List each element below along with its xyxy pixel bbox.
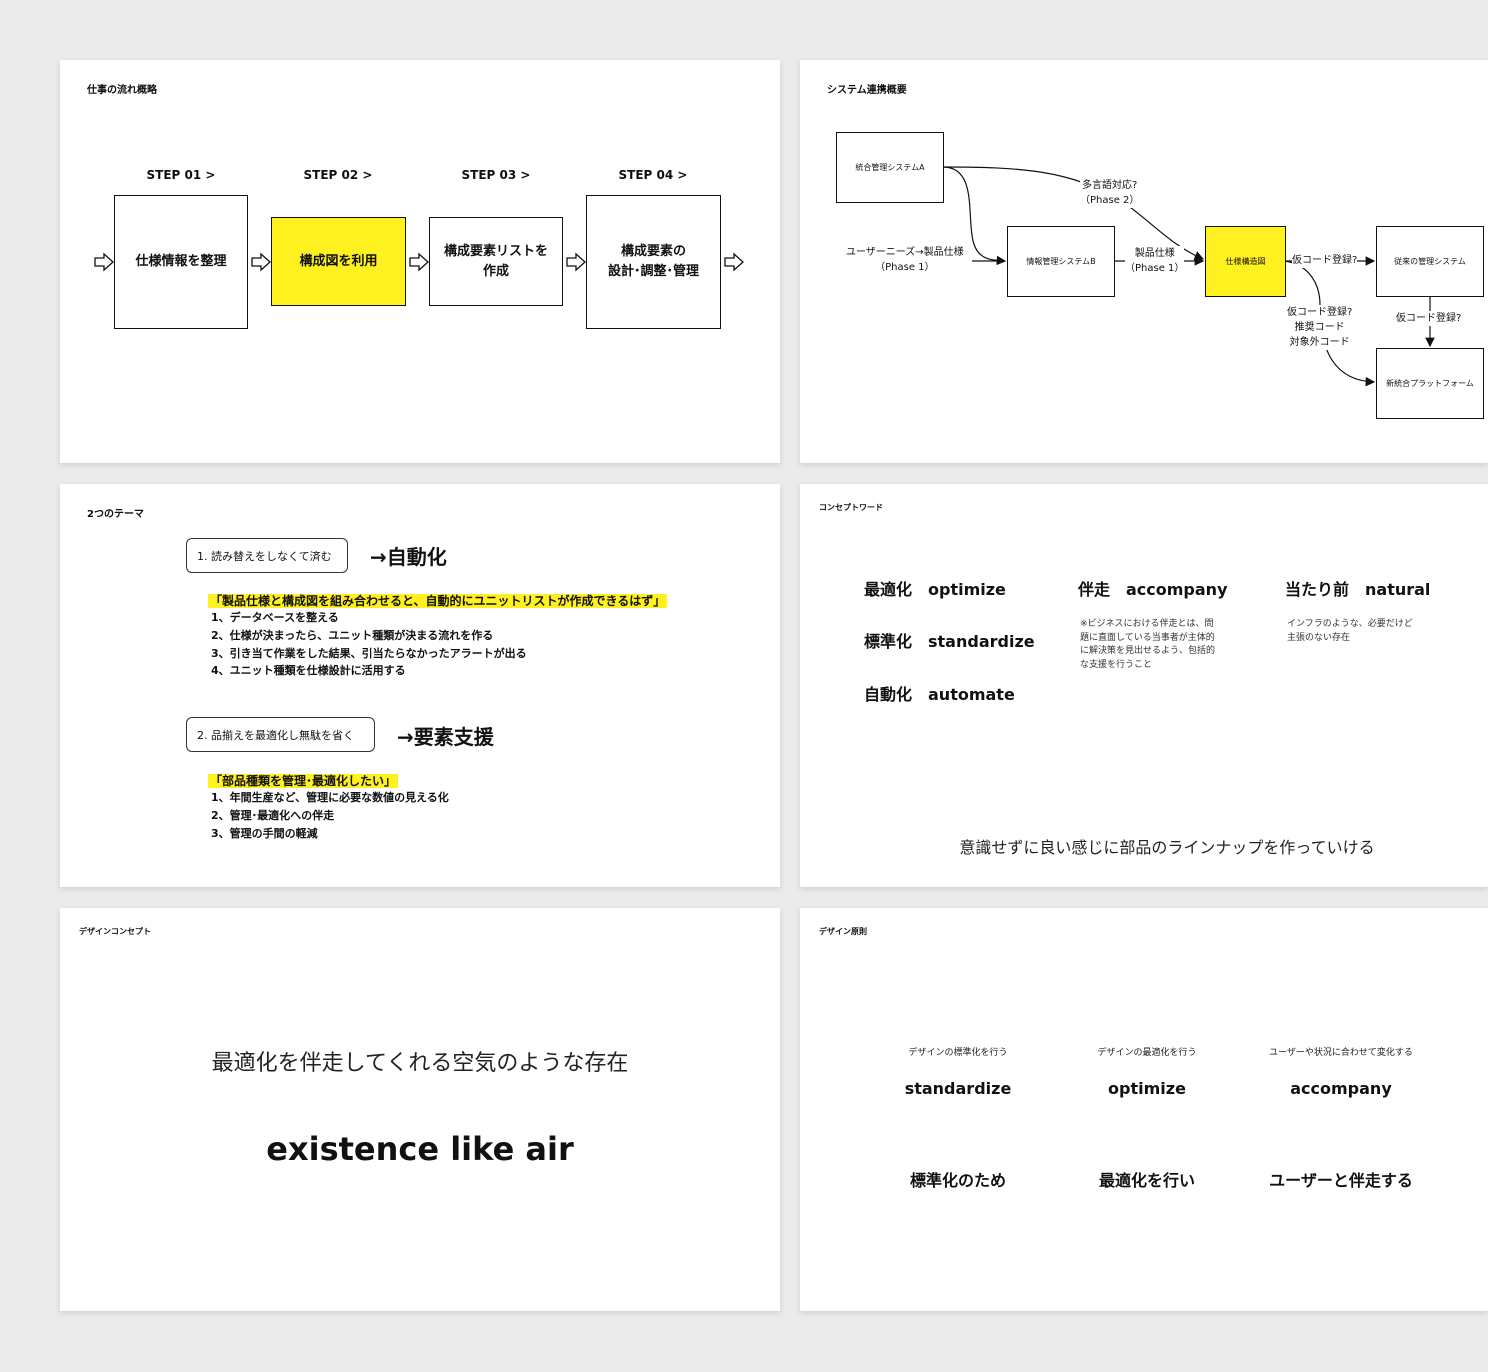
label-multilang: 多言語対応? （Phase 2） bbox=[1080, 178, 1140, 208]
slide-design-principles: デザイン原則 デザインの標準化を行う デザインの最適化を行う ユーザーや状況に合… bbox=[800, 908, 1488, 1311]
principle-sub-standardize: デザインの標準化を行う bbox=[908, 1048, 1008, 1058]
theme1-item: 1、データベースを整える bbox=[211, 611, 339, 624]
theme-result-1: →自動化 bbox=[370, 545, 447, 569]
step-box-2: 構成図を利用 bbox=[271, 217, 406, 306]
concept-word-accompany: 伴走 accompany bbox=[1078, 580, 1228, 599]
theme2-item: 1、年間生産など、管理に必要な数値の見える化 bbox=[211, 791, 449, 804]
concept-word-natural: 当たり前 natural bbox=[1285, 580, 1431, 599]
theme-box-1: 1. 読み替えをしなくて済む bbox=[186, 538, 348, 573]
theme2-item: 3、管理の手間の軽減 bbox=[211, 827, 318, 840]
theme1-highlight: 「製品仕様と構成図を組み合わせると、自動的にユニットリストが作成できるはず」 bbox=[208, 594, 668, 608]
label-temp-code-down: 仮コード登録? bbox=[1396, 311, 1462, 326]
system-box-integrated-a: 統合管理システムA bbox=[836, 132, 944, 203]
slide-two-themes: 2つのテーマ 1. 読み替えをしなくて済む →自動化 「製品仕様と構成図を組み合… bbox=[60, 484, 780, 887]
slide-title: デザイン原則 bbox=[819, 927, 867, 936]
arrow-right-icon bbox=[409, 252, 429, 272]
theme1-item: 2、仕様が決まったら、ユニット種類が決まる流れを作る bbox=[211, 629, 494, 642]
design-concept-jp: 最適化を伴走してくれる空気のような存在 bbox=[211, 1051, 629, 1076]
label-product-spec: 製品仕様 （Phase 1） bbox=[1125, 246, 1185, 276]
step-label-2: STEP 02 > bbox=[303, 168, 373, 182]
concept-word-standardize: 標準化 standardize bbox=[864, 632, 1035, 651]
principle-word-optimize: optimize bbox=[1108, 1079, 1186, 1098]
principle-jp-accompany: ユーザーと伴走する bbox=[1269, 1171, 1413, 1190]
step-label-1: STEP 01 > bbox=[146, 168, 216, 182]
concept-note-accompany: ※ビジネスにおける伴走とは、問 題に直面している当事者が主体的 に解決策を見出せ… bbox=[1080, 619, 1216, 670]
concept-word-optimize: 最適化 optimize bbox=[864, 580, 1006, 599]
concept-tagline: 意識せずに良い感じに部品のラインナップを作っていける bbox=[959, 838, 1375, 857]
label-temp-code: 仮コード登録? bbox=[1292, 253, 1358, 268]
step-label-4: STEP 04 > bbox=[618, 168, 688, 182]
slide-system-overview: システム連携概要 統合管理システムA 情報管理システムB 仕様構造図 従来の管理… bbox=[800, 60, 1488, 463]
theme2-highlight: 「部品種類を管理･最適化したい」 bbox=[208, 774, 399, 788]
arrow-right-icon bbox=[251, 252, 271, 272]
slide-title: 2つのテーマ bbox=[87, 509, 144, 520]
principle-word-accompany: accompany bbox=[1290, 1079, 1392, 1098]
principle-jp-optimize: 最適化を行い bbox=[1098, 1171, 1195, 1190]
design-concept-en: existence like air bbox=[266, 1130, 574, 1168]
step-box-3: 構成要素リストを 作成 bbox=[429, 217, 563, 306]
theme-result-2: →要素支援 bbox=[397, 725, 494, 749]
theme2-item: 2、管理･最適化への伴走 bbox=[211, 809, 335, 822]
slide-work-flow: 仕事の流れ概略 STEP 01 > STEP 02 > STEP 03 > ST… bbox=[60, 60, 780, 463]
system-box-new-platform: 新統合プラットフォーム bbox=[1376, 348, 1484, 419]
theme-box-2: 2. 品揃えを最適化し無駄を省く bbox=[186, 717, 375, 752]
concept-note-natural: インフラのような、必要だけど 主張のない存在 bbox=[1287, 619, 1413, 643]
slide-title: デザインコンセプト bbox=[79, 927, 151, 936]
slide-title: 仕事の流れ概略 bbox=[87, 85, 157, 96]
arrow-right-icon bbox=[724, 252, 744, 272]
principle-jp-standardize: 標準化のため bbox=[909, 1171, 1006, 1190]
principle-sub-optimize: デザインの最適化を行う bbox=[1097, 1048, 1197, 1058]
system-box-info-b: 情報管理システムB bbox=[1007, 226, 1115, 297]
arrow-right-icon bbox=[94, 252, 114, 272]
step-box-4: 構成要素の 設計･調整･管理 bbox=[586, 195, 721, 329]
arrow-right-icon bbox=[566, 252, 586, 272]
principle-word-standardize: standardize bbox=[904, 1079, 1012, 1098]
system-box-legacy: 従来の管理システム bbox=[1376, 226, 1484, 297]
slide-design-concept: デザインコンセプト 最適化を伴走してくれる空気のような存在 existence … bbox=[60, 908, 780, 1311]
concept-word-automate: 自動化 automate bbox=[864, 685, 1015, 704]
label-user-needs: ユーザーニーズ→製品仕様 （Phase 1） bbox=[846, 245, 964, 275]
theme1-item: 3、引き当て作業をした結果、引当たらなかったアラートが出る bbox=[211, 647, 527, 660]
label-temp-code-multi: 仮コード登録? 推奨コード 対象外コード bbox=[1287, 305, 1353, 350]
slide-concept-words: コンセプトワード 最適化 optimize 標準化 standardize 自動… bbox=[800, 484, 1488, 887]
step-box-1: 仕様情報を整理 bbox=[114, 195, 248, 329]
theme1-item: 4、ユニット種類を仕様設計に活用する bbox=[211, 664, 406, 677]
slide-title: コンセプトワード bbox=[819, 503, 883, 512]
principle-sub-accompany: ユーザーや状況に合わせて変化する bbox=[1269, 1048, 1413, 1058]
system-box-spec-diagram: 仕様構造図 bbox=[1205, 226, 1286, 297]
step-label-3: STEP 03 > bbox=[461, 168, 531, 182]
